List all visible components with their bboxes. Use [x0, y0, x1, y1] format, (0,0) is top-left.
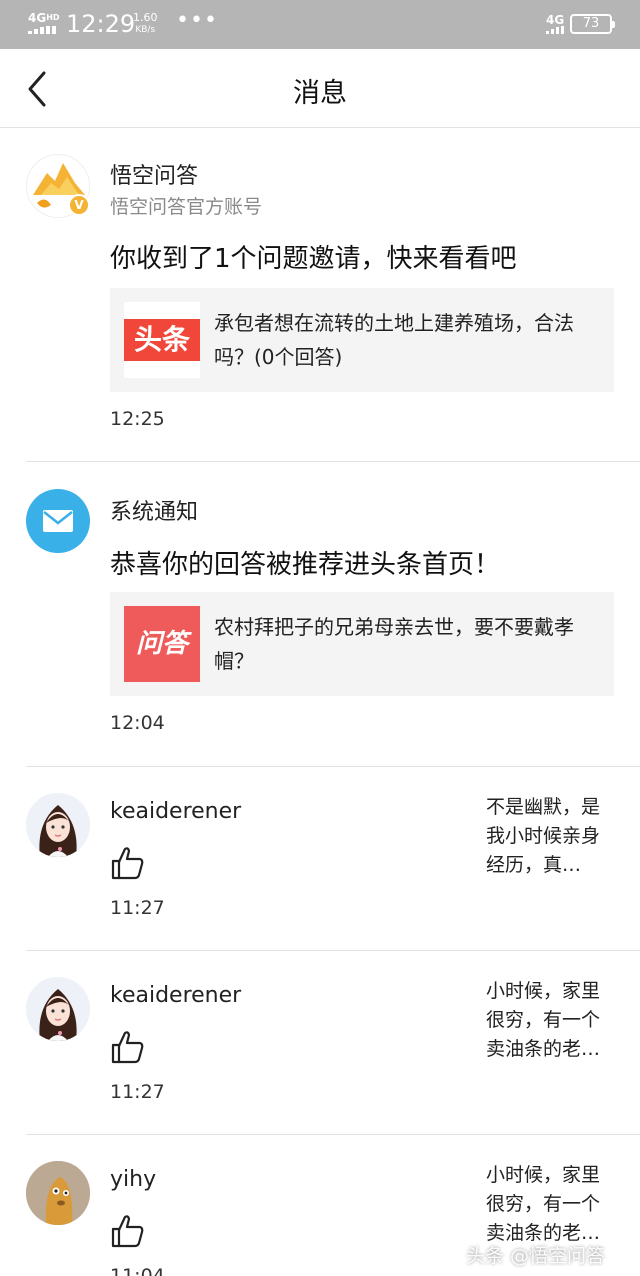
question-card[interactable]: 头条 承包者想在流转的土地上建养殖场，合法吗？(0个回答) [110, 288, 614, 392]
network-hd: HD [46, 13, 60, 22]
wenda-logo-label: 问答 [135, 629, 188, 659]
avatar [26, 1161, 90, 1225]
status-bar: 4GHD 12:29 1.60 KB/s ••• 4G 73 [0, 0, 640, 49]
toutiao-logo-label: 头条 [124, 319, 200, 361]
message-time: 11:04 [110, 1265, 165, 1276]
network-speed: 1.60 KB/s [133, 12, 158, 36]
signal-icon [28, 26, 58, 34]
message-item[interactable]: keaiderener 11:27 不是幽默，是我小时候亲身经历，真… [0, 767, 640, 951]
speed-value: 1.60 [133, 11, 158, 24]
more-notifications-icon: ••• [176, 8, 218, 33]
thumbs-up-icon [111, 847, 144, 880]
thumbs-up-icon [111, 1031, 144, 1064]
message-item[interactable]: 系统通知 恭喜你的回答被推荐进头条首页！ 问答 农村拜把子的兄弟母亲去世，要不要… [0, 462, 640, 767]
message-item[interactable]: V 悟空问答 悟空问答官方账号 你收到了1个问题邀请，快来看看吧 头条 承包者想… [0, 128, 640, 462]
comment-snippet: 不是幽默，是我小时候亲身经历，真… [486, 796, 601, 876]
sender-name: keaiderener [110, 983, 242, 1008]
sender-name: 悟空问答 [110, 164, 199, 189]
speed-unit: KB/s [135, 25, 156, 35]
comment-snippet: 小时候，家里很穷，有一个卖油条的老… [486, 1164, 601, 1244]
message-time: 11:27 [110, 1081, 165, 1103]
battery-icon: 73 [570, 14, 615, 34]
verified-badge: V [68, 194, 90, 216]
message-time: 12:04 [110, 712, 165, 734]
clock: 12:29 [66, 10, 136, 38]
sender-name: yihy [110, 1167, 157, 1192]
message-headline: 你收到了1个问题邀请，快来看看吧 [110, 244, 517, 274]
message-time: 12:25 [110, 408, 165, 430]
wenda-logo-icon: 问答 [124, 606, 200, 682]
avatar [26, 489, 90, 553]
sender-name: keaiderener [110, 799, 242, 824]
message-item[interactable]: keaiderener 11:27 小时候，家里很穷，有一个卖油条的老… [0, 951, 640, 1135]
message-headline: 恭喜你的回答被推荐进头条首页！ [110, 550, 501, 580]
toutiao-logo-icon: 头条 [124, 302, 200, 378]
creature-avatar-icon [26, 1161, 90, 1225]
thumbs-up-icon [111, 1215, 144, 1248]
sender-name: 系统通知 [110, 500, 199, 525]
sender-subtitle: 悟空问答官方账号 [110, 196, 263, 218]
nav-bar: 消息 [0, 49, 640, 128]
girl-avatar-icon [26, 793, 90, 857]
avatar [26, 793, 90, 857]
network-type-right: 4G [546, 13, 565, 27]
watermark: 头条 @悟空问答 [466, 1240, 636, 1272]
page-title: 消息 [293, 78, 347, 109]
watermark-text: 头条 @悟空问答 [466, 1245, 606, 1267]
verified-icon: V [74, 198, 84, 212]
comment-snippet: 小时候，家里很穷，有一个卖油条的老… [486, 980, 601, 1060]
mail-icon [43, 510, 73, 532]
signal-icon-right [546, 26, 564, 34]
girl-avatar-icon [26, 977, 90, 1041]
avatar [26, 977, 90, 1041]
network-indicator: 4GHD [28, 12, 60, 24]
question-card[interactable]: 问答 农村拜把子的兄弟母亲去世，要不要戴孝帽？ [110, 592, 614, 696]
card-question-text: 承包者想在流转的土地上建养殖场，合法吗？(0个回答) [214, 311, 574, 369]
card-question-text: 农村拜把子的兄弟母亲去世，要不要戴孝帽？ [214, 615, 574, 673]
network-type: 4G [28, 11, 47, 25]
message-time: 11:27 [110, 897, 165, 919]
